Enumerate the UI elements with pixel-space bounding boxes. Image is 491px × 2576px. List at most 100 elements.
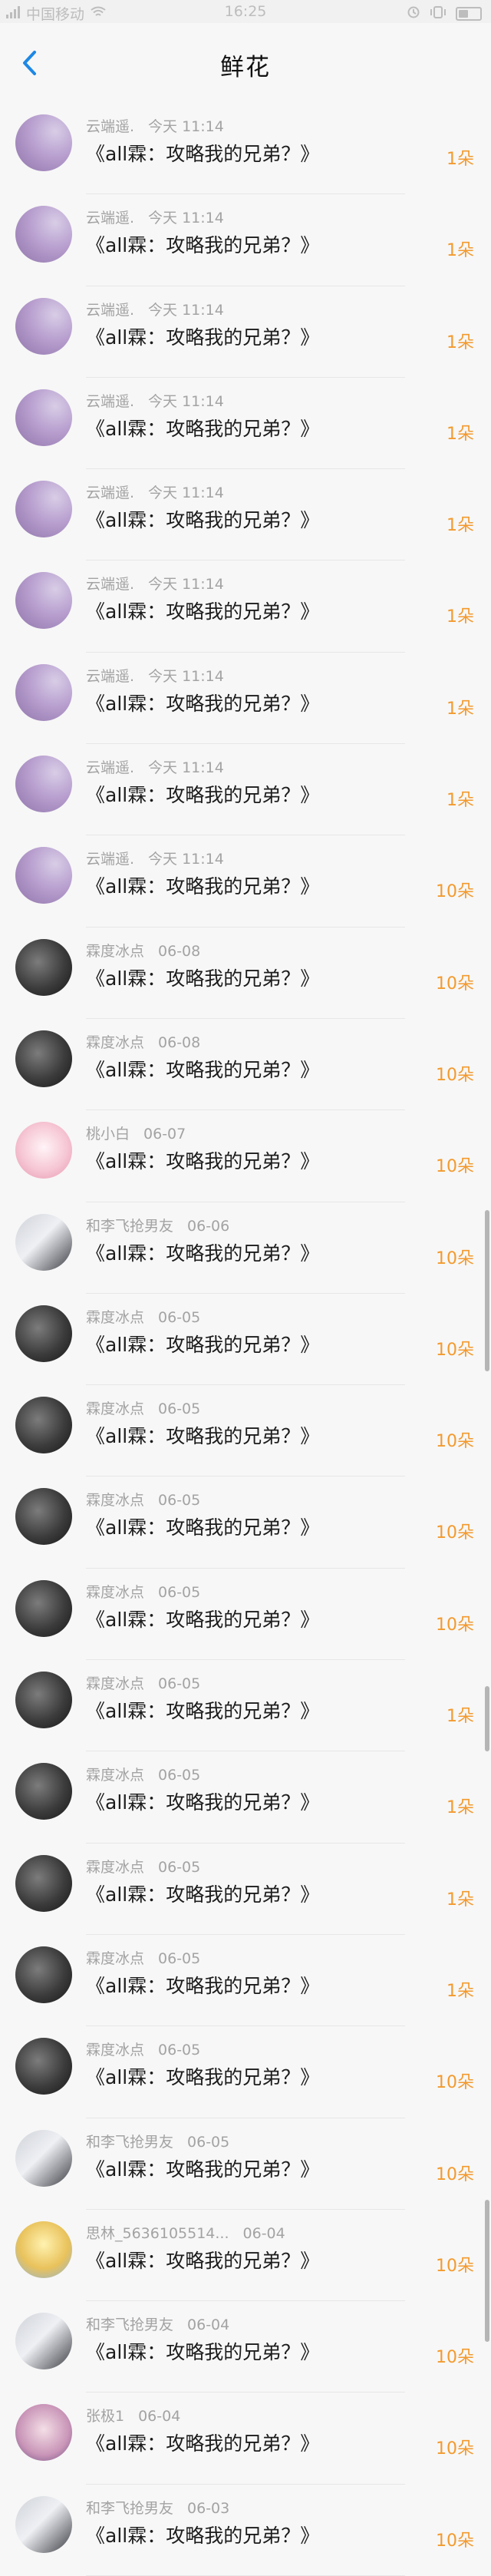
avatar[interactable] [15, 572, 72, 630]
user-name[interactable]: 霖度冰点 [86, 1950, 144, 1967]
user-name[interactable]: 云端遥. [86, 576, 134, 593]
avatar[interactable] [15, 206, 72, 263]
avatar[interactable] [15, 1122, 72, 1179]
list-item[interactable]: 霖度冰点 06-05 《all霖：攻略我的兄弟？》 1朵 [0, 1843, 491, 1935]
avatar[interactable] [15, 2495, 72, 2553]
avatar[interactable] [15, 756, 72, 813]
timestamp: 今天 11:14 [148, 301, 224, 319]
avatar[interactable] [15, 1579, 72, 1637]
list-item[interactable]: 霖度冰点 06-08 《all霖：攻略我的兄弟？》 10朵 [0, 1018, 491, 1111]
list-item[interactable]: 云端遥. 今天 11:14 《all霖：攻略我的兄弟？》 1朵 [0, 194, 491, 286]
list-item[interactable]: 霖度冰点 06-05 《all霖：攻略我的兄弟？》 10朵 [0, 1476, 491, 1569]
user-name[interactable]: 云端遥. [86, 393, 134, 410]
user-name[interactable]: 霖度冰点 [86, 2042, 144, 2058]
flower-count: 10朵 [436, 1248, 474, 1268]
avatar[interactable] [15, 481, 72, 538]
user-name[interactable]: 和李飞抢男友 [86, 2500, 173, 2517]
user-info: 霖度冰点 06-05 [86, 1764, 200, 1784]
avatar[interactable] [15, 114, 72, 171]
avatar[interactable] [15, 2038, 72, 2095]
list-item[interactable]: 和李飞抢男友 06-05 《all霖：攻略我的兄弟？》 10朵 [0, 2118, 491, 2210]
user-name[interactable]: 霖度冰点 [86, 1675, 144, 1692]
user-name[interactable]: 和李飞抢男友 [86, 1218, 173, 1235]
list-item[interactable]: 霖度冰点 06-05 《all霖：攻略我的兄弟？》 10朵 [0, 1568, 491, 1661]
list-item[interactable]: 思林_5636105514... 06-04 《all霖：攻略我的兄弟？》 10朵 [0, 2209, 491, 2302]
flower-list: 云端遥. 今天 11:14 《all霖：攻略我的兄弟？》 1朵 云端遥. 今天 11:14… [0, 103, 491, 2576]
avatar[interactable] [15, 938, 72, 996]
user-info: 霖度冰点 06-05 [86, 1581, 200, 1602]
user-name[interactable]: 云端遥. [86, 484, 134, 501]
avatar[interactable] [15, 2313, 72, 2370]
list-item[interactable]: 云端遥. 今天 11:14 《all霖：攻略我的兄弟？》 1朵 [0, 744, 491, 836]
timestamp: 06-03 [187, 2499, 230, 2517]
avatar[interactable] [15, 1397, 72, 1454]
user-name[interactable]: 和李飞抢男友 [86, 2134, 173, 2151]
avatar[interactable] [15, 2404, 72, 2462]
list-item[interactable]: 张极1 06-04 《all霖：攻略我的兄弟？》 10朵 [0, 2392, 491, 2485]
list-item[interactable]: 霖度冰点 06-05 《all霖：攻略我的兄弟？》 1朵 [0, 1660, 491, 1752]
avatar[interactable] [15, 389, 72, 446]
list-item[interactable]: 霖度冰点 06-05 《all霖：攻略我的兄弟？》 10朵 [0, 2026, 491, 2118]
avatar[interactable] [15, 1030, 72, 1087]
user-name[interactable]: 张极1 [86, 2408, 124, 2425]
user-name[interactable]: 云端遥. [86, 118, 134, 135]
alarm-icon [407, 5, 420, 22]
list-item[interactable]: 云端遥. 今天 11:14 《all霖：攻略我的兄弟？》 1朵 [0, 103, 491, 195]
list-item[interactable]: 霖度冰点 06-05 《all霖：攻略我的兄弟？》 1朵 [0, 1934, 491, 2027]
user-name[interactable]: 霖度冰点 [86, 943, 144, 960]
user-info: 霖度冰点 06-05 [86, 2039, 200, 2059]
avatar[interactable] [15, 1305, 72, 1362]
user-info: 张极1 06-04 [86, 2405, 180, 2426]
book-title: 《all霖：攻略我的兄弟？》 [86, 692, 320, 715]
list-item[interactable]: 霖度冰点 06-05 《all霖：攻略我的兄弟？》 10朵 [0, 1293, 491, 1386]
book-title: 《all霖：攻略我的兄弟？》 [86, 600, 320, 623]
timestamp: 06-05 [158, 1400, 201, 1418]
user-name[interactable]: 云端遥. [86, 759, 134, 776]
user-name[interactable]: 和李飞抢男友 [86, 2316, 173, 2333]
avatar[interactable] [15, 297, 72, 355]
timestamp: 06-08 [158, 942, 201, 960]
user-info: 云端遥. 今天 11:14 [86, 756, 224, 777]
list-item[interactable]: 桃小白 06-07 《all霖：攻略我的兄弟？》 10朵 [0, 1110, 491, 1202]
user-name[interactable]: 霖度冰点 [86, 1309, 144, 1326]
list-item[interactable]: 霖度冰点 06-08 《all霖：攻略我的兄弟？》 10朵 [0, 927, 491, 1019]
list-item[interactable]: 霖度冰点 06-05 《all霖：攻略我的兄弟？》 10朵 [0, 1385, 491, 1477]
list-item[interactable]: 和李飞抢男友 06-06 《all霖：攻略我的兄弟？》 10朵 [0, 1202, 491, 1294]
user-name[interactable]: 云端遥. [86, 302, 134, 319]
list-item[interactable]: 云端遥. 今天 11:14 《all霖：攻略我的兄弟？》 1朵 [0, 377, 491, 470]
avatar[interactable] [15, 1763, 72, 1820]
list-item[interactable]: 云端遥. 今天 11:14 《all霖：攻略我的兄弟？》 1朵 [0, 469, 491, 561]
avatar[interactable] [15, 2129, 72, 2187]
timestamp: 06-04 [187, 2316, 230, 2334]
list-item[interactable]: 云端遥. 今天 11:14 《all霖：攻略我的兄弟？》 1朵 [0, 286, 491, 378]
user-name[interactable]: 云端遥. [86, 851, 134, 868]
timestamp: 06-05 [158, 1308, 201, 1326]
list-item[interactable]: 霖度冰点 06-05 《all霖：攻略我的兄弟？》 1朵 [0, 1751, 491, 1844]
avatar[interactable] [15, 2221, 72, 2278]
list-item[interactable]: 云端遥. 今天 11:14 《all霖：攻略我的兄弟？》 1朵 [0, 652, 491, 745]
book-title: 《all霖：攻略我的兄弟？》 [86, 1608, 320, 1631]
list-item[interactable]: 和李飞抢男友 06-04 《all霖：攻略我的兄弟？》 10朵 [0, 2301, 491, 2393]
user-name[interactable]: 霖度冰点 [86, 1584, 144, 1601]
avatar[interactable] [15, 1672, 72, 1729]
user-name[interactable]: 思林_5636105514... [86, 2225, 229, 2242]
timestamp: 06-05 [158, 1583, 201, 1601]
user-name[interactable]: 桃小白 [86, 1126, 130, 1143]
avatar[interactable] [15, 1488, 72, 1546]
avatar[interactable] [15, 1946, 72, 2003]
book-title: 《all霖：攻略我的兄弟？》 [86, 2249, 320, 2272]
list-item[interactable]: 云端遥. 今天 11:14 《all霖：攻略我的兄弟？》 10朵 [0, 835, 491, 928]
avatar[interactable] [15, 1213, 72, 1271]
list-item[interactable]: 云端遥. 今天 11:14 《all霖：攻略我的兄弟？》 1朵 [0, 561, 491, 653]
avatar[interactable] [15, 1854, 72, 1912]
user-name[interactable]: 霖度冰点 [86, 1767, 144, 1784]
avatar[interactable] [15, 663, 72, 721]
user-name[interactable]: 云端遥. [86, 668, 134, 685]
list-item[interactable]: 和李飞抢男友 06-03 《all霖：攻略我的兄弟？》 10朵 [0, 2484, 491, 2576]
user-name[interactable]: 霖度冰点 [86, 1859, 144, 1876]
avatar[interactable] [15, 847, 72, 904]
user-name[interactable]: 霖度冰点 [86, 1400, 144, 1417]
user-name[interactable]: 霖度冰点 [86, 1034, 144, 1051]
user-name[interactable]: 霖度冰点 [86, 1492, 144, 1509]
user-name[interactable]: 云端遥. [86, 210, 134, 227]
